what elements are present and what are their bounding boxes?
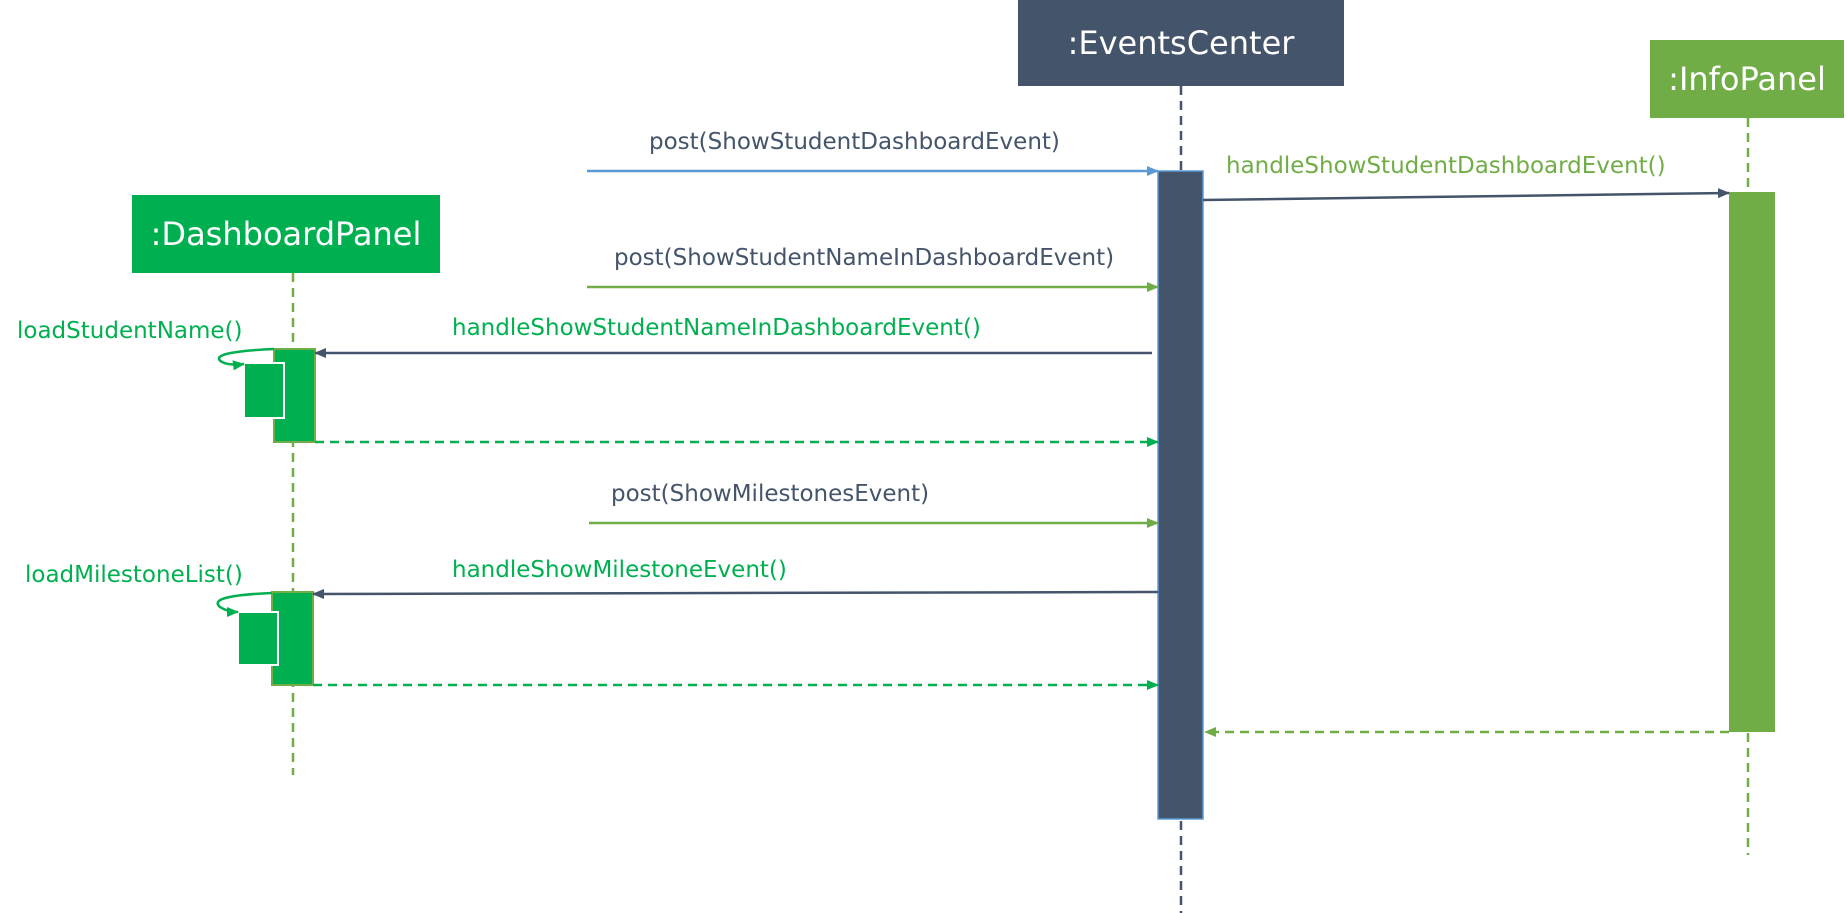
label-handle-show-student-name: handleShowStudentNameInDashboardEvent() xyxy=(452,315,981,341)
events-center-label: :EventsCenter xyxy=(1067,24,1295,62)
info-panel-participant: :InfoPanel xyxy=(1650,40,1844,118)
events-center-participant: :EventsCenter xyxy=(1018,0,1344,86)
label-load-milestone-list: loadMilestoneList() xyxy=(25,562,243,588)
events-center-activation xyxy=(1157,170,1204,820)
dashboard-panel-participant: :DashboardPanel xyxy=(132,195,440,273)
label-post-show-milestones: post(ShowMilestonesEvent) xyxy=(611,481,930,507)
arrow-handle-show-student-dashboard xyxy=(1202,188,1730,202)
label-post-show-student-dashboard: post(ShowStudentDashboardEvent) xyxy=(649,129,1060,155)
info-panel-label: :InfoPanel xyxy=(1668,60,1826,98)
self-call-load-milestone-list xyxy=(216,591,273,617)
dashboard-nested-activation-1 xyxy=(243,362,285,419)
info-panel-activation xyxy=(1729,192,1775,732)
label-handle-show-milestone: handleShowMilestoneEvent() xyxy=(452,557,787,583)
label-load-student-name: loadStudentName() xyxy=(17,318,243,344)
label-handle-show-student-dashboard: handleShowStudentDashboardEvent() xyxy=(1226,153,1666,179)
arrow-handle-show-milestone xyxy=(312,588,1159,599)
dashboard-panel-label: :DashboardPanel xyxy=(150,215,422,253)
label-post-show-student-name: post(ShowStudentNameInDashboardEvent) xyxy=(614,245,1115,271)
dashboard-nested-activation-2 xyxy=(237,611,279,666)
